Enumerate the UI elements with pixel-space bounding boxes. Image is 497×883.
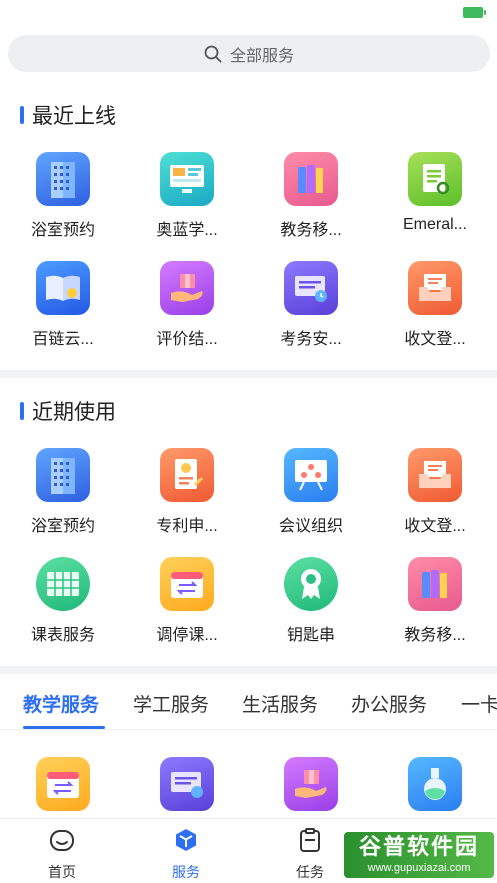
nav-label: 任务 xyxy=(296,864,324,880)
section-divider xyxy=(0,666,497,674)
cube-icon xyxy=(176,829,196,851)
nav-services[interactable]: 服务 xyxy=(156,827,216,882)
service-label: 收文登... xyxy=(404,518,466,535)
tab-card[interactable]: 一卡 xyxy=(461,690,497,717)
books-icon xyxy=(284,152,338,206)
watermark-logo: 谷普软件园 www.gupuxiazai.com xyxy=(344,832,494,878)
nav-label: 首页 xyxy=(48,864,76,880)
schedule-board-icon xyxy=(284,261,338,315)
hand-box-icon xyxy=(284,757,338,811)
service-keychain[interactable]: 钥匙串 xyxy=(249,557,373,645)
service-label: 钥匙串 xyxy=(286,627,335,644)
section-accent-bar xyxy=(20,402,24,420)
service-exam-arrangement[interactable]: 考务安... xyxy=(249,261,373,349)
nav-home[interactable]: 首页 xyxy=(32,827,92,882)
recent-used-row-1: 浴室预约 专利申... 会议组织 收文登... xyxy=(0,448,497,548)
active-tab-indicator xyxy=(23,726,105,729)
service-label: 评价结... xyxy=(156,331,218,348)
search-placeholder: 全部服务 xyxy=(229,47,294,65)
search-icon xyxy=(204,45,222,62)
building-icon xyxy=(36,448,90,502)
recent-used-row-2: 课表服务 调停课... 钥匙串 教务移... xyxy=(0,557,497,657)
clipboard-icon xyxy=(300,828,320,852)
timetable-icon xyxy=(36,557,90,611)
teaching-service-item[interactable] xyxy=(249,757,373,811)
tab-student-affairs[interactable]: 学工服务 xyxy=(133,690,209,717)
service-timetable[interactable]: 课表服务 xyxy=(1,557,125,645)
teaching-service-item[interactable] xyxy=(373,757,497,811)
section-title: 最近上线 xyxy=(32,105,116,128)
recent-online-row-2: 百链云... 评价结... 考务安... 收文登... xyxy=(0,261,497,361)
service-document-receipt[interactable]: 收文登... xyxy=(373,448,497,536)
tab-office[interactable]: 办公服务 xyxy=(351,690,427,717)
service-label: 收文登... xyxy=(404,331,466,348)
search-bar[interactable]: 全部服务 xyxy=(8,35,490,72)
service-label: 专利申... xyxy=(156,518,218,535)
service-meeting[interactable]: 会议组织 xyxy=(249,448,373,536)
section-recent-used: 近期使用 xyxy=(20,396,116,426)
nav-tasks[interactable]: 任务 xyxy=(280,827,340,882)
service-bailian[interactable]: 百链云... xyxy=(1,261,125,349)
service-label: 浴室预约 xyxy=(30,518,95,535)
meeting-board-icon xyxy=(284,448,338,502)
document-search-icon xyxy=(408,152,462,206)
service-patent[interactable]: 专利申... xyxy=(125,448,249,536)
monitor-icon xyxy=(160,152,214,206)
service-label: 浴室预约 xyxy=(30,222,95,239)
open-book-icon xyxy=(36,261,90,315)
status-bar xyxy=(0,0,497,28)
section-title: 近期使用 xyxy=(32,401,116,424)
service-bath-booking[interactable]: 浴室预约 xyxy=(1,152,125,240)
service-emerald[interactable]: Emeral... xyxy=(373,152,497,234)
award-badge-icon xyxy=(284,557,338,611)
calendar-swap-icon xyxy=(36,757,90,811)
teaching-service-item[interactable] xyxy=(1,757,125,811)
flask-icon xyxy=(408,757,462,811)
tab-life[interactable]: 生活服务 xyxy=(242,690,318,717)
patent-icon xyxy=(160,448,214,502)
home-icon xyxy=(50,830,74,851)
service-label: 百链云... xyxy=(32,331,94,348)
watermark-text: 谷普软件园 xyxy=(358,834,479,859)
books-icon xyxy=(408,557,462,611)
service-bath-booking[interactable]: 浴室预约 xyxy=(1,448,125,536)
schedule-board-icon xyxy=(160,757,214,811)
building-icon xyxy=(36,152,90,206)
service-document-receipt[interactable]: 收文登... xyxy=(373,261,497,349)
calendar-swap-icon xyxy=(160,557,214,611)
section-divider xyxy=(0,370,497,378)
service-academic-mobile[interactable]: 教务移... xyxy=(249,152,373,240)
service-label: 会议组织 xyxy=(278,518,343,535)
battery-icon xyxy=(463,7,486,18)
nav-label: 服务 xyxy=(172,864,200,880)
service-label: 考务安... xyxy=(280,331,342,348)
category-tabs: 教学服务 学工服务 生活服务 办公服务 一卡 xyxy=(0,684,497,730)
service-label: 奥蓝学... xyxy=(156,222,218,239)
recent-online-row-1: 浴室预约 奥蓝学... 教务移... Emeral... xyxy=(0,152,497,252)
service-label: 教务移... xyxy=(280,222,342,239)
service-label: Emeral... xyxy=(402,216,467,233)
service-label: 教务移... xyxy=(404,627,466,644)
watermark-url: www.gupuxiazai.com xyxy=(367,862,471,874)
hand-box-icon xyxy=(160,261,214,315)
section-accent-bar xyxy=(20,106,24,124)
service-evaluation[interactable]: 评价结... xyxy=(125,261,249,349)
service-label: 课表服务 xyxy=(30,627,95,644)
inbox-icon xyxy=(408,448,462,502)
service-aolan[interactable]: 奥蓝学... xyxy=(125,152,249,240)
tab-teaching[interactable]: 教学服务 xyxy=(23,690,99,717)
section-recent-online: 最近上线 xyxy=(20,100,116,130)
teaching-service-item[interactable] xyxy=(125,757,249,811)
service-academic-mobile[interactable]: 教务移... xyxy=(373,557,497,645)
service-label: 调停课... xyxy=(156,627,218,644)
inbox-icon xyxy=(408,261,462,315)
service-class-adjust[interactable]: 调停课... xyxy=(125,557,249,645)
